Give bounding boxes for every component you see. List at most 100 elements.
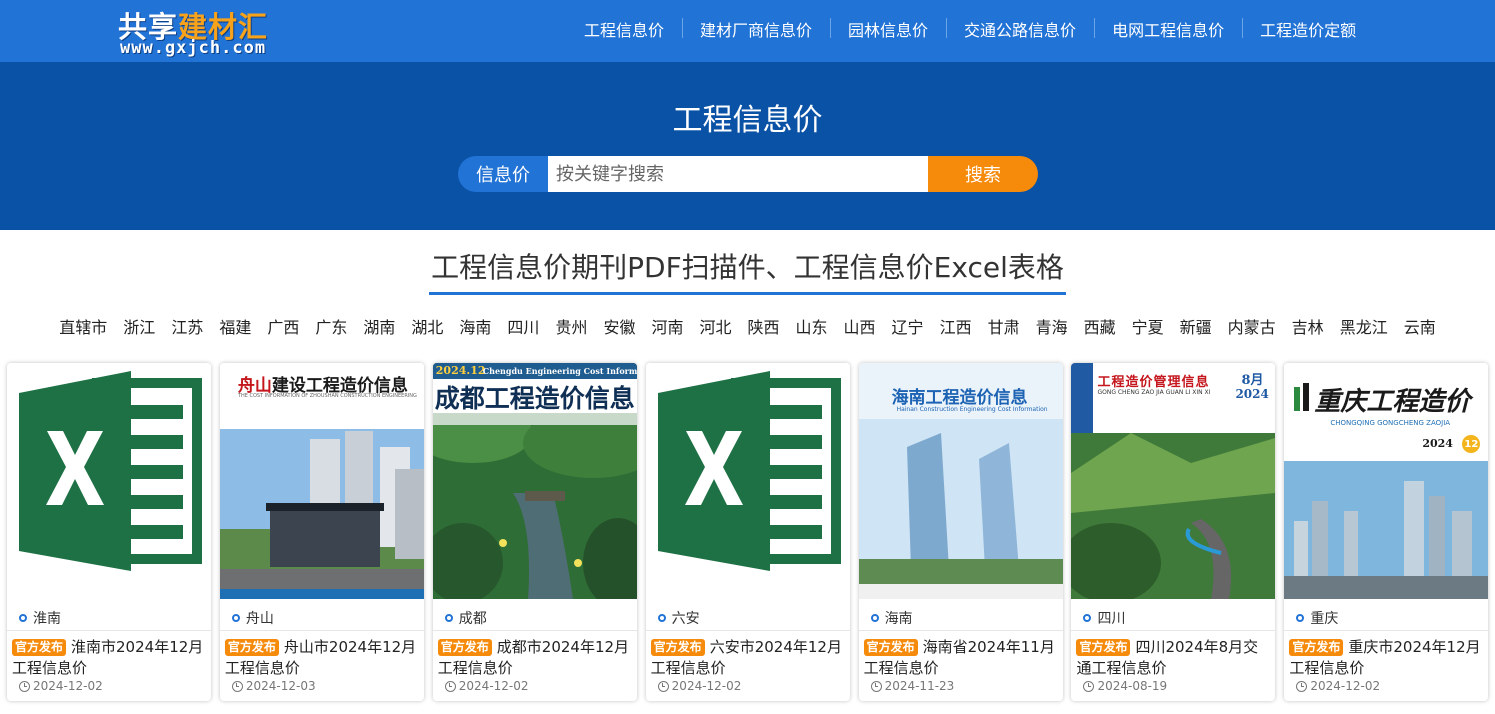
nav-item[interactable]: 建材厂商信息价	[682, 17, 830, 41]
divider	[219, 630, 424, 631]
clock-icon	[870, 680, 882, 692]
clock-icon	[657, 680, 669, 692]
region-link[interactable]: 山西	[836, 314, 884, 338]
cover-logo-mark	[1294, 383, 1310, 411]
clock-icon	[19, 680, 30, 692]
official-badge: 官方发布	[12, 639, 67, 656]
region-link[interactable]: 贵州	[547, 314, 595, 338]
card-city[interactable]: 舟山	[231, 608, 274, 628]
region-link[interactable]: 福建	[211, 314, 259, 338]
card-title[interactable]: 官方发布 四川2024年8月交通工程信息价	[1076, 637, 1272, 679]
card-date-text: 2024-11-23	[884, 679, 955, 693]
region-link[interactable]: 新疆	[1172, 314, 1220, 338]
card-title[interactable]: 官方发布 重庆市2024年12月工程信息价	[1289, 637, 1485, 679]
card-cover-image[interactable]: 2024.12 Chengdu Engineering Cost Informa…	[432, 363, 637, 599]
location-dot-icon	[1296, 614, 1305, 622]
card-city[interactable]: 海南	[870, 608, 913, 628]
divider	[432, 630, 637, 631]
cover-issue: 2024.12	[435, 364, 486, 377]
region-link[interactable]: 云南	[1396, 314, 1444, 338]
region-link[interactable]: 四川	[499, 314, 547, 338]
nav-item[interactable]: 工程信息价	[566, 17, 682, 41]
cover-title: 工程造价管理信息	[1097, 375, 1210, 390]
region-link[interactable]: 广西	[259, 314, 307, 338]
card-title[interactable]: 官方发布 六安市2024年12月工程信息价	[650, 637, 847, 679]
region-link[interactable]: 西藏	[1076, 314, 1124, 338]
search-category-label[interactable]: 信息价	[458, 156, 548, 192]
card-city-label: 淮南	[33, 611, 61, 627]
card-city-label: 海南	[884, 611, 913, 627]
card-cover-image[interactable]	[7, 363, 211, 599]
card-city[interactable]: 淮南	[19, 608, 61, 628]
region-link[interactable]: 广东	[307, 314, 355, 338]
cover-chengdu: 2024.12 Chengdu Engineering Cost Informa…	[432, 363, 637, 599]
card-date-text: 2024-12-02	[671, 679, 742, 693]
nav-item[interactable]: 工程造价定额	[1242, 17, 1374, 41]
official-badge: 官方发布	[863, 639, 918, 656]
price-card[interactable]: 淮南 官方发布 淮南市2024年12月工程信息价 2024-12-02	[7, 363, 211, 701]
region-link[interactable]: 吉林	[1284, 314, 1332, 338]
nav-item[interactable]: 园林信息价	[830, 17, 946, 41]
cover-sichuan: 工程造价管理信息 8月 2024 GONG CHENG ZAO JIA GUAN…	[1071, 363, 1276, 599]
region-link[interactable]: 山东	[788, 314, 836, 338]
region-link[interactable]: 河南	[643, 314, 691, 338]
region-link[interactable]: 浙江	[115, 314, 163, 338]
location-dot-icon	[444, 614, 453, 622]
region-link[interactable]: 湖北	[403, 314, 451, 338]
region-link[interactable]: 江西	[932, 314, 980, 338]
price-card[interactable]: 工程造价管理信息 8月 2024 GONG CHENG ZAO JIA GUAN…	[1071, 363, 1276, 701]
cover-chongqing: 重庆工程造价 CHONGQING GONGCHENG ZAOJIA 2024 1…	[1284, 363, 1489, 599]
hero-banner: 工程信息价 信息价 搜索	[0, 62, 1495, 230]
region-link[interactable]: 陕西	[740, 314, 788, 338]
price-card[interactable]: 六安 官方发布 六安市2024年12月工程信息价 2024-12-02	[645, 363, 850, 701]
card-cover-image[interactable]: 重庆工程造价 CHONGQING GONGCHENG ZAOJIA 2024 1…	[1284, 363, 1489, 599]
card-city[interactable]: 重庆	[1296, 608, 1338, 628]
card-title[interactable]: 官方发布 舟山市2024年12月工程信息价	[224, 637, 421, 679]
site-logo[interactable]: 共享建材汇 www.gxjch.com	[118, 4, 298, 60]
region-link[interactable]: 青海	[1028, 314, 1076, 338]
search-input[interactable]	[548, 156, 928, 192]
card-date: 2024-12-02	[1296, 679, 1380, 693]
card-title[interactable]: 官方发布 海南省2024年11月工程信息价	[863, 637, 1060, 679]
price-card[interactable]: 2024.12 Chengdu Engineering Cost Informa…	[432, 363, 637, 701]
card-city[interactable]: 四川	[1083, 608, 1125, 628]
card-cover-image[interactable]: 海南工程造价信息 Hainan Construction Engineering…	[858, 363, 1063, 599]
cover-mountain-photo	[1071, 433, 1276, 599]
location-dot-icon	[657, 614, 666, 622]
cover-title: 海南工程造价信息	[891, 388, 1028, 408]
card-cover-image[interactable]: 舟山建设工程造价信息 THE COST INFORMATION OF ZHOUS…	[219, 363, 424, 599]
card-date-text: 2024-12-03	[245, 679, 316, 693]
region-link[interactable]: 河北	[691, 314, 739, 338]
region-link[interactable]: 甘肃	[980, 314, 1028, 338]
region-link[interactable]: 直辖市	[51, 314, 115, 338]
card-city-label: 六安	[671, 611, 700, 627]
card-city[interactable]: 成都	[444, 608, 487, 628]
card-cover-image[interactable]: 工程造价管理信息 8月 2024 GONG CHENG ZAO JIA GUAN…	[1071, 363, 1276, 599]
card-date-text: 2024-12-02	[33, 679, 103, 693]
clock-icon	[1083, 680, 1095, 692]
region-link[interactable]: 内蒙古	[1220, 314, 1284, 338]
divider	[645, 630, 850, 631]
region-link[interactable]: 宁夏	[1124, 314, 1172, 338]
price-card[interactable]: 舟山建设工程造价信息 THE COST INFORMATION OF ZHOUS…	[219, 363, 424, 701]
card-title[interactable]: 官方发布 成都市2024年12月工程信息价	[437, 637, 634, 679]
nav-item[interactable]: 电网工程信息价	[1094, 17, 1242, 41]
nav-item[interactable]: 交通公路信息价	[946, 17, 1094, 41]
card-city[interactable]: 六安	[657, 608, 700, 628]
region-link[interactable]: 黑龙江	[1332, 314, 1396, 338]
price-card[interactable]: 海南工程造价信息 Hainan Construction Engineering…	[858, 363, 1063, 701]
card-title[interactable]: 官方发布 淮南市2024年12月工程信息价	[12, 637, 208, 679]
region-link[interactable]: 湖南	[355, 314, 403, 338]
card-city-label: 舟山	[245, 611, 274, 627]
region-link[interactable]: 海南	[451, 314, 499, 338]
card-date: 2024-12-02	[444, 679, 529, 693]
region-link[interactable]: 辽宁	[884, 314, 932, 338]
search-button[interactable]: 搜索	[928, 156, 1038, 192]
region-link[interactable]: 江苏	[163, 314, 211, 338]
cover-hainan: 海南工程造价信息 Hainan Construction Engineering…	[858, 363, 1063, 599]
card-cover-image[interactable]	[645, 363, 850, 599]
card-date: 2024-12-02	[657, 679, 742, 693]
price-card[interactable]: 重庆工程造价 CHONGQING GONGCHENG ZAOJIA 2024 1…	[1284, 363, 1489, 701]
region-link[interactable]: 安徽	[595, 314, 643, 338]
cover-subtitle: Hainan Construction Engineering Cost Inf…	[896, 406, 1048, 413]
